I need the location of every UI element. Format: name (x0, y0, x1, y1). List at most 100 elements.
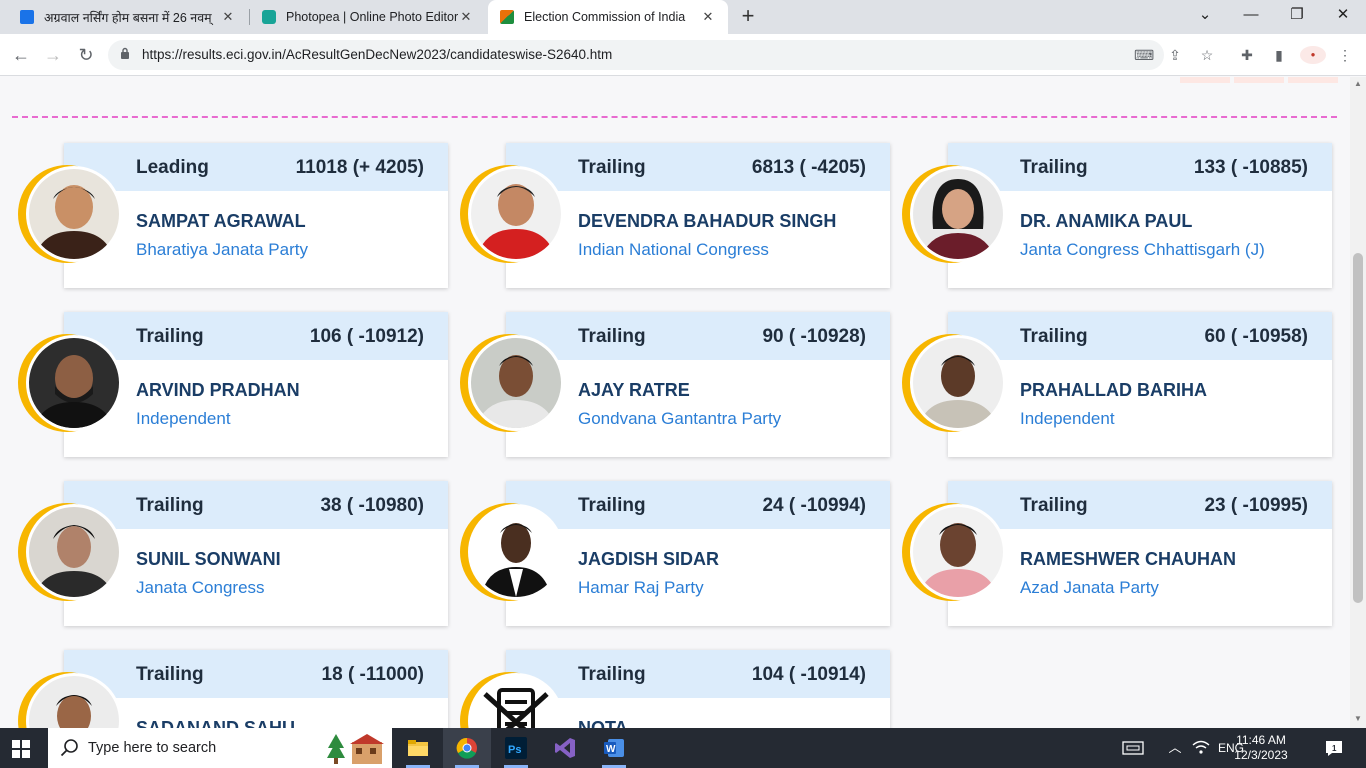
candidate-party: Janta Congress Chhattisgarh (J) (1020, 240, 1265, 259)
candidate-status: Trailing (578, 495, 646, 516)
candidate-name: DR. ANAMIKA PAUL (1020, 211, 1193, 231)
svg-text:W: W (606, 744, 616, 755)
clock-date: 12/3/2023 (1234, 748, 1288, 762)
bookmark-star-icon[interactable]: ☆ (1198, 46, 1216, 64)
candidate-party: Azad Janata Party (1020, 578, 1159, 597)
candidate-photo (460, 165, 564, 263)
close-window-icon[interactable]: ✕ (1320, 0, 1366, 34)
profile-avatar-icon[interactable]: ● (1300, 46, 1326, 64)
restore-icon[interactable]: ❐ (1274, 0, 1320, 34)
candidate-name: RAMESHWER CHAUHAN (1020, 549, 1236, 569)
candidate-votes: 90 ( -10928) (762, 326, 866, 347)
forward-arrow-icon[interactable]: → (40, 42, 66, 68)
candidate-status: Trailing (136, 495, 204, 516)
svg-text:1: 1 (1332, 744, 1337, 753)
candidate-name: PRAHALLAD BARIHA (1020, 380, 1207, 400)
share-icon[interactable]: ⇪ (1166, 46, 1184, 64)
candidate-votes: 38 ( -10980) (320, 495, 424, 516)
candidate-name: SADANAND SAHU (136, 718, 296, 728)
candidate-name: ARVIND PRADHAN (136, 380, 300, 400)
candidate-name: DEVENDRA BAHADUR SINGH (578, 211, 837, 231)
candidate-photo (18, 503, 122, 601)
candidate-name: NOTA (578, 718, 628, 728)
scrollbar-thumb[interactable] (1353, 253, 1363, 603)
vertical-scrollbar[interactable]: ▲ ▼ (1350, 77, 1366, 728)
close-tab-icon[interactable]: ✕ (458, 9, 474, 25)
translate-icon[interactable]: ⌨ (1134, 46, 1154, 64)
candidate-status: Trailing (578, 326, 646, 347)
page-content: Leading 11018 (+ 4205) SAMPAT AGRAWAL Bh… (0, 77, 1350, 728)
menu-kebab-icon[interactable]: ⋮ (1336, 46, 1354, 64)
dashed-divider (12, 116, 1337, 118)
taskbar-file-explorer[interactable] (394, 728, 442, 768)
taskbar-visual-studio[interactable] (541, 728, 589, 768)
taskbar-word[interactable]: W (590, 728, 638, 768)
network-tray-icon[interactable] (1120, 728, 1146, 768)
url-text: https://results.eci.gov.in/AcResultGenDe… (142, 47, 613, 62)
tab-eci[interactable]: Election Commission of India ✕ (488, 0, 728, 34)
search-highlight-illustration-icon (327, 734, 384, 764)
tab-nursing-home[interactable]: अग्रवाल नर्सिंग होम बसना में 26 नवम् ✕ (8, 0, 248, 34)
taskbar-photoshop[interactable]: Ps (492, 728, 540, 768)
nota-ballot-icon (471, 676, 561, 728)
tab-strip: अग्रवाल नर्सिंग होम बसना में 26 नवम् ✕ P… (0, 0, 1366, 34)
header-fragment (1288, 77, 1338, 83)
candidate-status: Trailing (578, 664, 646, 685)
candidate-votes: 133 ( -10885) (1193, 157, 1308, 178)
candidate-votes: 18 ( -11000) (321, 664, 424, 685)
side-panel-icon[interactable]: ▮ (1270, 46, 1288, 64)
candidate-status: Leading (136, 157, 209, 178)
header-fragment (1180, 77, 1230, 83)
address-bar[interactable]: https://results.eci.gov.in/AcResultGenDe… (108, 40, 1213, 70)
candidate-votes: 23 ( -10995) (1204, 495, 1308, 516)
candidate-name: AJAY RATRE (578, 380, 690, 400)
notifications-icon[interactable]: 1 (1322, 728, 1346, 768)
wifi-icon[interactable] (1190, 728, 1212, 768)
windows-start-icon[interactable] (12, 740, 30, 758)
candidate-party: Independent (1020, 409, 1115, 428)
close-tab-icon[interactable]: ✕ (220, 9, 236, 25)
candidate-votes: 24 ( -10994) (762, 495, 866, 516)
reload-icon[interactable]: ↻ (73, 42, 99, 68)
taskbar-search-box[interactable]: Type here to search (48, 728, 392, 768)
candidate-photo (18, 334, 122, 432)
tab-search-chevron-icon[interactable]: ⌄ (1182, 0, 1228, 34)
candidate-status: Trailing (1020, 495, 1088, 516)
candidate-status: Trailing (1020, 326, 1088, 347)
scroll-down-arrow-icon[interactable]: ▼ (1354, 714, 1362, 723)
candidate-photo (460, 503, 564, 601)
show-hidden-icons-chevron-icon[interactable]: ︿ (1166, 728, 1184, 768)
visual-studio-icon (555, 738, 575, 758)
candidate-photo (460, 334, 564, 432)
scroll-up-arrow-icon[interactable]: ▲ (1354, 79, 1362, 88)
lock-icon[interactable] (120, 47, 130, 59)
svg-text:Ps: Ps (508, 744, 521, 756)
eci-favicon-icon (500, 10, 514, 24)
tab-favicon-icon (20, 10, 34, 24)
candidate-votes: 106 ( -10912) (309, 326, 424, 347)
tab-title: Election Commission of India (524, 10, 686, 24)
search-placeholder: Type here to search (88, 740, 217, 756)
header-fragment (1234, 77, 1284, 83)
taskbar-clock[interactable]: 11:46 AM 12/3/2023 (1222, 733, 1300, 763)
candidate-party: Janata Congress (136, 578, 265, 597)
word-icon: W (604, 739, 624, 757)
candidate-photo (18, 672, 122, 728)
candidate-status: Trailing (136, 664, 204, 685)
close-tab-icon[interactable]: ✕ (700, 9, 716, 25)
candidate-party: Hamar Raj Party (578, 578, 704, 597)
tab-photopea[interactable]: Photopea | Online Photo Editor ✕ (250, 0, 486, 34)
extensions-puzzle-icon[interactable]: ✚ (1238, 46, 1256, 64)
candidate-votes: 104 ( -10914) (751, 664, 866, 685)
new-tab-plus-icon[interactable]: + (736, 3, 760, 29)
taskbar-chrome[interactable] (443, 728, 491, 768)
tab-favicon-icon (262, 10, 276, 24)
windows-taskbar: Type here to search Ps W ︿ ENG 11:46 AM … (0, 728, 1366, 768)
candidate-photo (902, 334, 1006, 432)
back-arrow-icon[interactable]: ← (8, 42, 34, 68)
minimize-icon[interactable]: — (1228, 0, 1274, 34)
candidate-party: Independent (136, 409, 231, 428)
candidate-status: Trailing (136, 326, 204, 347)
search-icon (60, 739, 78, 757)
candidate-name: SUNIL SONWANI (136, 549, 281, 569)
